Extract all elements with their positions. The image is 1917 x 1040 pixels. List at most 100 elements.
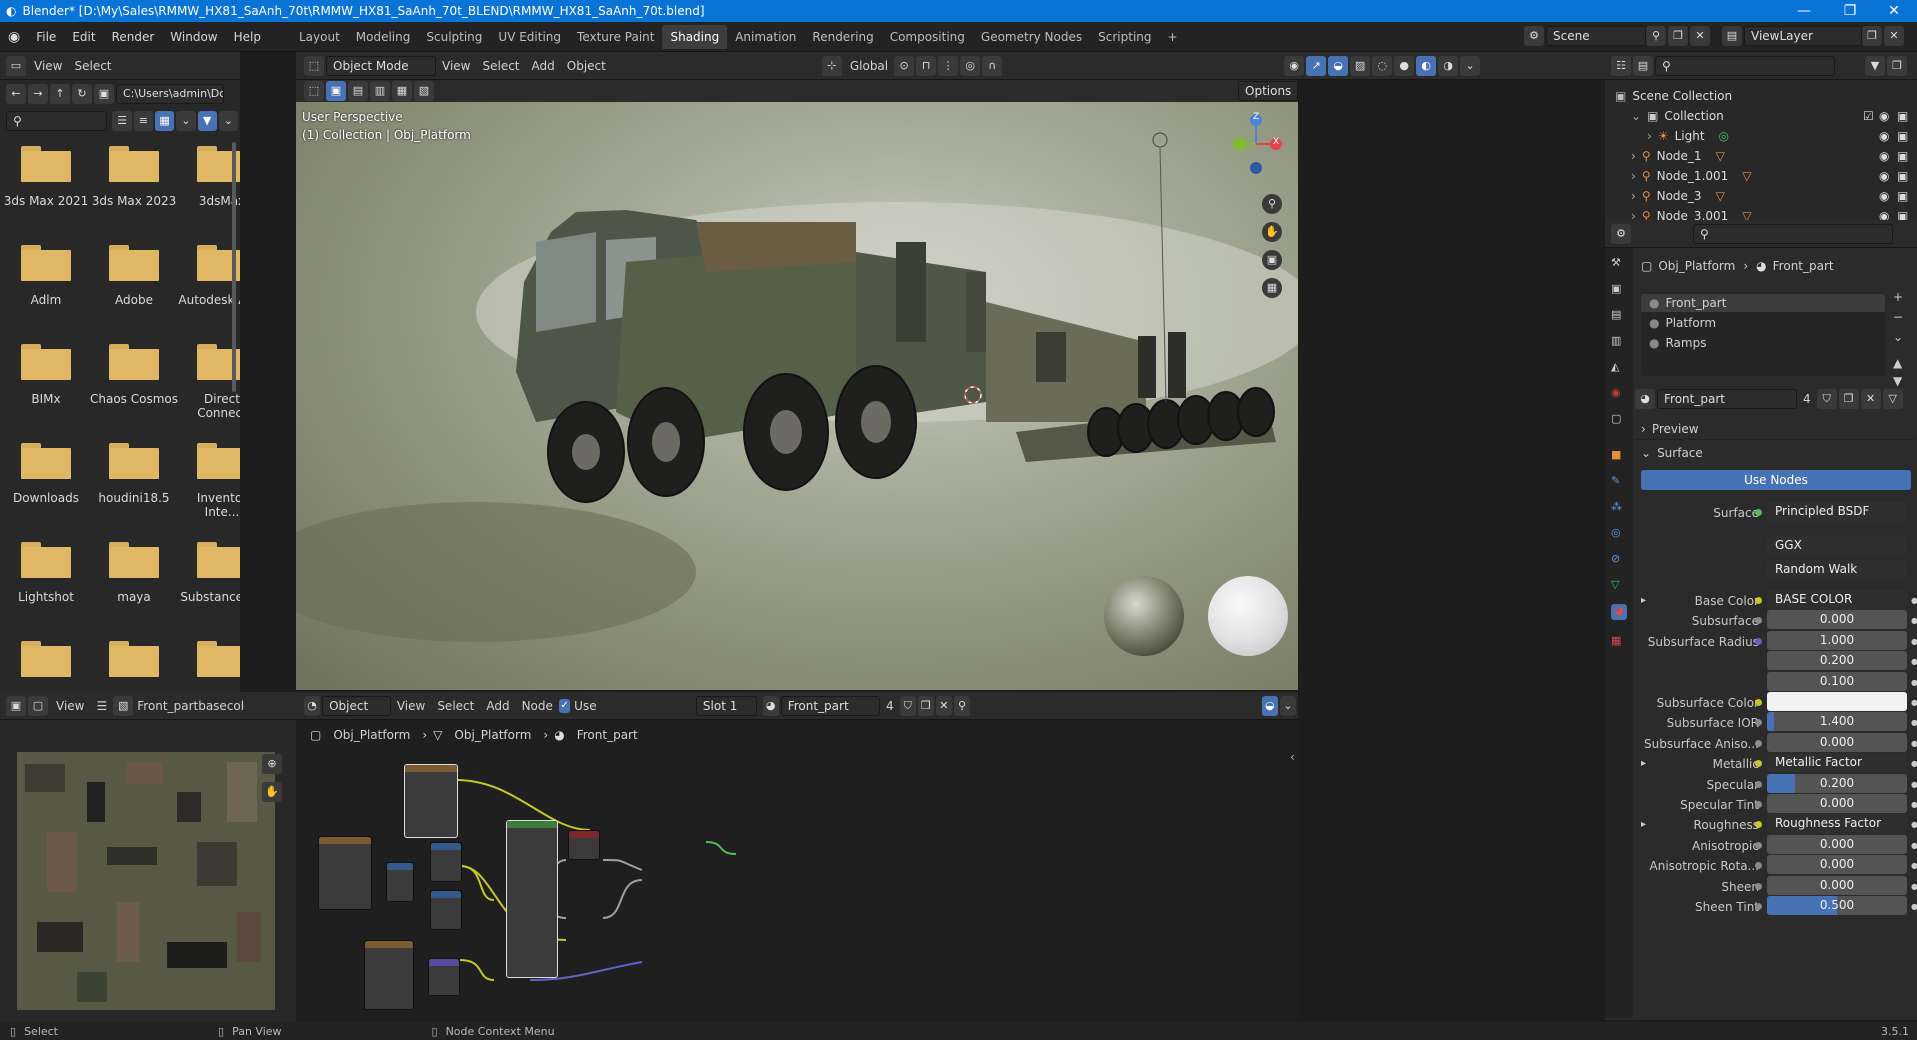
ne-menu-node[interactable]: Node xyxy=(516,696,559,716)
3d-viewport[interactable]: User Perspective (1) Collection | Obj_Pl… xyxy=(296,102,1298,690)
node-overlay-icon[interactable]: ◒ xyxy=(1261,695,1278,716)
property-value-field[interactable]: 0.500 xyxy=(1767,896,1907,915)
render-camera-icon[interactable]: ▣ xyxy=(1897,126,1908,146)
material-slot-ramps[interactable]: ● Ramps xyxy=(1649,334,1706,352)
vp-menu-object[interactable]: Object xyxy=(561,56,612,76)
camera-view-icon[interactable]: ▣ xyxy=(1262,250,1282,270)
ne-menu-add[interactable]: Add xyxy=(480,696,515,716)
delete-scene-icon[interactable]: ✕ xyxy=(1690,26,1710,46)
scene-tab-icon[interactable]: ◭ xyxy=(1611,360,1627,376)
linked-node-field[interactable]: BASE COLOR xyxy=(1767,590,1907,609)
keyframe-dot-icon[interactable]: ● xyxy=(1911,753,1917,775)
forward-arrow-icon[interactable]: → xyxy=(28,84,48,104)
duplicate-material-icon[interactable]: ❐ xyxy=(917,695,934,716)
tab-layout[interactable]: Layout xyxy=(291,25,348,49)
use-nodes-checkbox[interactable]: ✓ xyxy=(558,698,571,713)
separate-color-node[interactable] xyxy=(386,862,414,902)
material-name-field[interactable]: Front_part xyxy=(780,695,881,716)
folder-item[interactable]: Direct Connect xyxy=(178,344,240,420)
transform-orientation-icon[interactable]: ⊹ xyxy=(821,55,842,76)
keyframe-dot-icon[interactable]: ● xyxy=(1911,692,1917,714)
outliner-item[interactable]: › ⚲ Node_1 ▽ ◉ ▣ xyxy=(1605,146,1917,166)
texture-tab-icon[interactable]: ▦ xyxy=(1611,634,1627,650)
view-layer-field[interactable]: ViewLayer xyxy=(1744,26,1862,46)
surface-panel-header[interactable]: ⌄ Surface xyxy=(1635,442,1915,464)
transform-orientation-dropdown[interactable]: Global xyxy=(844,56,894,76)
keyframe-dot-icon[interactable]: ● xyxy=(1911,631,1917,653)
image-browse-icon[interactable]: ▧ xyxy=(113,695,134,716)
linked-node-field[interactable]: Roughness Factor xyxy=(1767,814,1907,833)
property-value-field[interactable]: 0.000 xyxy=(1767,733,1907,752)
filter-options-icon[interactable]: ⌄ xyxy=(218,111,239,131)
image-zoom-icon[interactable]: ⊕ xyxy=(262,754,282,774)
new-collection-icon[interactable]: ❐ xyxy=(1887,55,1907,76)
keyframe-dot-icon[interactable]: ● xyxy=(1911,672,1917,694)
properties-type-icon[interactable]: ⚙ xyxy=(1611,223,1631,244)
tab-shading[interactable]: Shading xyxy=(662,24,728,49)
visibility-eye-icon[interactable]: ◉ xyxy=(1879,166,1889,186)
menu-edit[interactable]: Edit xyxy=(64,25,103,49)
menu-file[interactable]: File xyxy=(28,25,64,49)
pin-scene-icon[interactable]: ⚲ xyxy=(1646,26,1666,46)
physics-tab-icon[interactable]: ◎ xyxy=(1611,526,1627,542)
output-tab-icon[interactable]: ▤ xyxy=(1611,308,1627,324)
keyframe-dot-icon[interactable]: ● xyxy=(1911,712,1917,734)
navigation-gizmo[interactable]: Z X xyxy=(1226,110,1286,180)
keyframe-dot-icon[interactable]: ● xyxy=(1911,651,1917,673)
maximize-button[interactable]: ❐ xyxy=(1827,0,1873,22)
xray-icon[interactable]: ▨ xyxy=(1350,55,1371,76)
duplicate-material-icon[interactable]: ❐ xyxy=(1838,389,1859,409)
principled-bsdf-node[interactable] xyxy=(506,820,558,978)
rendered-shading-icon[interactable]: ◑ xyxy=(1438,55,1459,76)
editor-type-icon[interactable]: ▭ xyxy=(6,55,26,76)
new-folder-icon[interactable]: ▣ xyxy=(94,84,114,104)
material-preview-icon[interactable]: ◐ xyxy=(1416,55,1437,76)
object-mode-dropdown[interactable]: Object Mode xyxy=(326,55,436,76)
collection-tab-icon[interactable]: ▢ xyxy=(1611,412,1627,428)
new-scene-icon[interactable]: ❐ xyxy=(1668,26,1688,46)
image-texture-node[interactable] xyxy=(364,940,414,1010)
image-texture-node[interactable] xyxy=(404,764,458,838)
outliner-filter-icon[interactable]: ▼ xyxy=(1865,55,1885,76)
select-new-icon[interactable]: ▣ xyxy=(326,81,346,101)
visibility-eye-icon[interactable]: ◉ xyxy=(1879,186,1889,206)
expand-arrow-icon[interactable]: ⌄ xyxy=(1631,109,1641,123)
node-sidebar-toggle-icon[interactable]: ‹ xyxy=(1290,750,1296,790)
thumbnails-icon[interactable]: ▦ xyxy=(154,111,175,131)
folder-item[interactable]: Adlm xyxy=(2,245,90,307)
linked-node-field[interactable]: Metallic Factor xyxy=(1767,753,1907,772)
image-texture-node[interactable] xyxy=(318,836,372,910)
unlink-material-icon[interactable]: ✕ xyxy=(935,695,952,716)
folder-item[interactable]: BIMx xyxy=(2,344,90,406)
node-overlay-options-icon[interactable]: ⌄ xyxy=(1279,695,1296,716)
pan-hand-icon[interactable]: ✋ xyxy=(1262,222,1282,242)
material-browse-icon[interactable]: ◕ xyxy=(1635,389,1655,409)
expand-arrow-icon[interactable]: ▸ xyxy=(1641,814,1646,836)
folder-item[interactable]: 3ds Max 2021 xyxy=(2,146,90,208)
folder-item-partial[interactable] xyxy=(2,641,90,689)
pivot-point-icon[interactable]: ⊙ xyxy=(894,55,915,76)
folder-item[interactable]: Autodesk Ap... xyxy=(178,245,240,307)
property-value-field[interactable]: 0.000 xyxy=(1767,855,1907,874)
properties-search-input[interactable]: ⚲ xyxy=(1693,223,1893,244)
list-vertical-icon[interactable]: ☰ xyxy=(112,111,132,131)
keyframe-dot-icon[interactable]: ● xyxy=(1911,794,1917,816)
directory-path-field[interactable]: C:\Users\admin\Docu... xyxy=(116,84,224,104)
refresh-icon[interactable]: ↻ xyxy=(72,84,92,104)
property-value-field[interactable]: 0.100 xyxy=(1767,672,1907,691)
select-intersect-icon[interactable]: ▧ xyxy=(414,81,434,101)
visibility-eye-icon[interactable]: ◉ xyxy=(1879,106,1889,126)
tab-sculpting[interactable]: Sculpting xyxy=(418,25,490,49)
list-horizontal-icon[interactable]: ≡ xyxy=(133,111,153,131)
fake-user-icon[interactable]: ⛉ xyxy=(899,695,916,716)
keyframe-dot-icon[interactable]: ● xyxy=(1911,733,1917,755)
display-options-icon[interactable]: ⌄ xyxy=(176,111,196,131)
folder-item[interactable]: Inventor Inte... xyxy=(178,443,240,519)
zoom-icon[interactable]: ⚲ xyxy=(1262,194,1282,214)
folder-item[interactable]: Substance P... xyxy=(178,542,240,604)
folder-item[interactable]: Adobe xyxy=(90,245,178,307)
render-tab-icon[interactable]: ▣ xyxy=(1611,282,1627,298)
view-layer-icon[interactable]: ▤ xyxy=(1722,26,1742,46)
image-name-field[interactable]: Front_partbasecolor xyxy=(135,696,245,716)
new-view-layer-icon[interactable]: ❐ xyxy=(1862,26,1882,46)
